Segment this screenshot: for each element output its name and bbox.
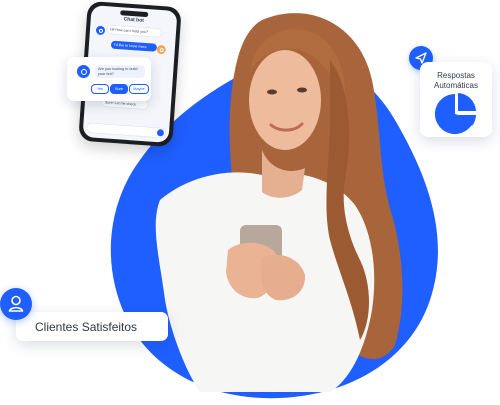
- bot-question: Are you looking to build your bot?: [95, 65, 145, 78]
- hero-scene: Chat bot Hi! How can I help you? I'd lik…: [0, 0, 500, 405]
- chat-message: Hi! How can I help you?: [106, 25, 162, 38]
- bot-avatar-icon: [95, 25, 106, 36]
- chat-preview-card: Are you looking to build your bot? Yes S…: [67, 57, 151, 101]
- clients-card: Clientes Satisfeitos: [16, 312, 168, 341]
- send-icon[interactable]: [156, 129, 165, 137]
- clients-label: Clientes Satisfeitos: [35, 320, 138, 334]
- respostas-line2: Automáticas: [433, 81, 479, 90]
- option-chip[interactable]: Yes: [91, 84, 109, 94]
- message-input[interactable]: [86, 123, 166, 138]
- user-avatar-icon: [156, 44, 167, 55]
- user-icon: [0, 288, 32, 320]
- bot-avatar-icon: [77, 65, 90, 78]
- respostas-line1: Respostas: [437, 71, 475, 80]
- option-chip[interactable]: Maybe: [129, 84, 149, 94]
- option-chip[interactable]: Sure: [110, 84, 128, 94]
- pie-chart-icon: [434, 93, 476, 134]
- chat-message: I'd like to know more: [110, 40, 158, 53]
- respostas-title: Respostas Automáticas: [424, 71, 488, 91]
